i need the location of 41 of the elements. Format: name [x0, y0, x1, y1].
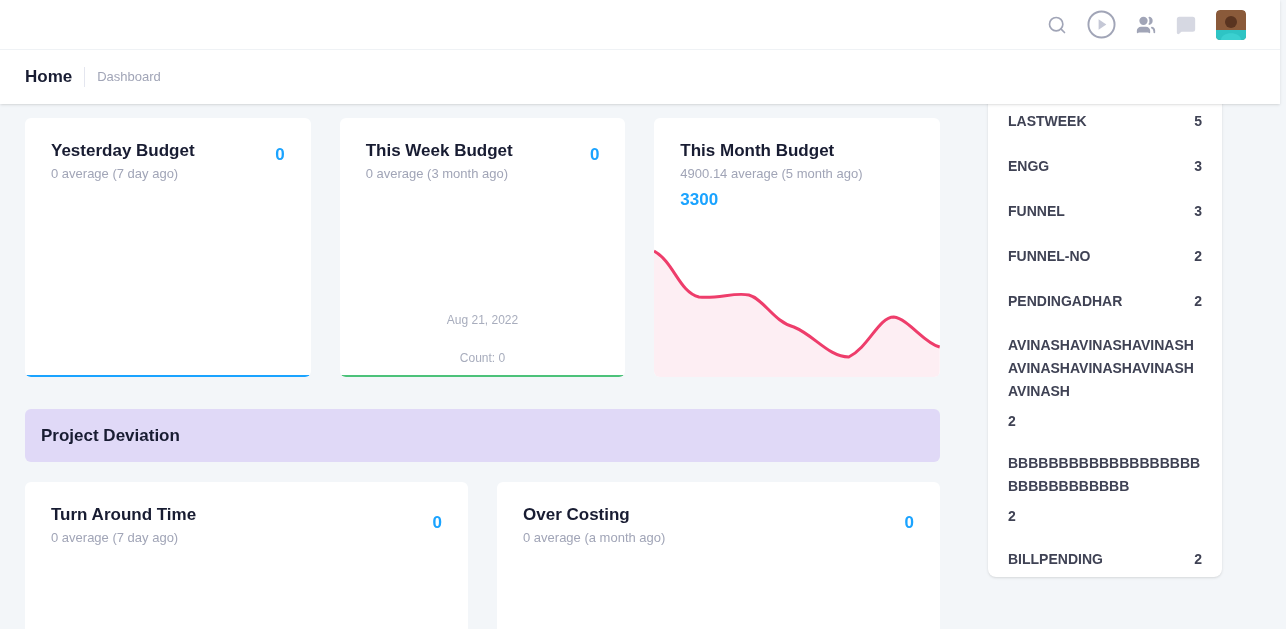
- list-count: 2: [1194, 247, 1202, 266]
- list-label: PENDINGADHAR: [1008, 292, 1123, 311]
- list-label: FUNNEL: [1008, 202, 1065, 221]
- page-title: Home: [25, 66, 73, 89]
- card-title: Over Costing: [523, 504, 631, 526]
- list-count: 2: [1194, 292, 1202, 311]
- card-title: Turn Around Time: [51, 504, 197, 526]
- chat-icon[interactable]: [1176, 14, 1196, 35]
- card-subtitle: 0 average (3 month ago): [365, 164, 510, 183]
- list-count: 3: [1194, 157, 1202, 176]
- search-icon[interactable]: [1047, 14, 1067, 35]
- list-label: FUNNEL-NO: [1008, 247, 1091, 266]
- list-count: 2: [1194, 550, 1202, 569]
- card-value: 0: [904, 512, 914, 534]
- list-count: 2: [1008, 507, 1017, 526]
- list-label: BBBBBBBBBBBBBBBBBBBBBBBBBBBBBBB: [1008, 454, 1202, 496]
- card-subtitle: 0 average (7 day ago): [51, 164, 180, 183]
- card-title: This Week Budget: [365, 140, 513, 162]
- tooltip-date: Aug 21, 2022: [446, 312, 519, 329]
- list-count: 2: [1008, 412, 1017, 431]
- tooltip-count: Count: 0: [459, 350, 506, 367]
- list-count: 5: [1194, 112, 1202, 131]
- card-value: 3300: [680, 189, 720, 211]
- users-icon[interactable]: [1136, 14, 1156, 35]
- card-subtitle: 4900.14 average (5 month ago): [680, 164, 863, 183]
- section-title: Project Deviation: [41, 424, 180, 447]
- card-title: This Month Budget: [680, 140, 836, 162]
- list-count: 3: [1194, 202, 1202, 221]
- card-value: 0: [275, 144, 285, 166]
- list-label: BILLPENDING: [1008, 550, 1103, 569]
- list-label: AVINASHAVINASHAVINASHAVINASHAVINASHAVINASHAVINASH: [1008, 336, 1195, 401]
- card-title: Yesterday Budget: [51, 140, 195, 162]
- card-subtitle: 0 average (a month ago): [523, 528, 666, 547]
- play-icon[interactable]: [1087, 10, 1116, 39]
- list-label: LASTWEEK: [1008, 112, 1087, 131]
- avatar-icon[interactable]: [1216, 9, 1246, 40]
- card-value: 0: [589, 144, 600, 166]
- card-subtitle: 0 average (7 day ago): [51, 528, 180, 547]
- breadcrumb-link[interactable]: Dashboard: [97, 67, 161, 87]
- list-label: ENGG: [1008, 157, 1050, 176]
- card-value: 0: [432, 512, 442, 534]
